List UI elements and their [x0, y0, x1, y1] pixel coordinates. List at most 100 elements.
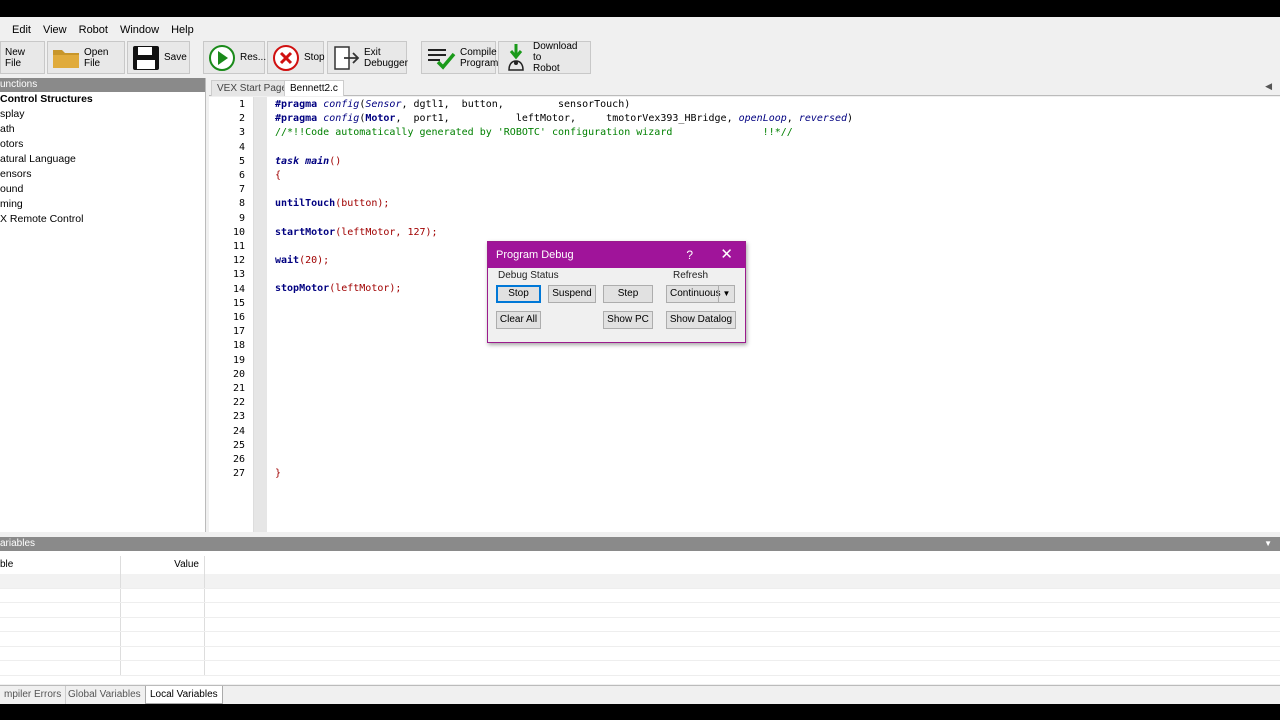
line-number: 1: [238, 99, 245, 110]
exit-debugger-label: Exit Debugger: [364, 46, 408, 69]
line-number: 17: [232, 326, 245, 338]
download-to-robot-button[interactable]: Download to Robot: [498, 41, 591, 74]
line-number: 6: [238, 170, 245, 181]
refresh-mode-select[interactable]: Continuous ▼: [666, 285, 735, 303]
line-number-gutter: 1 2 3 4 5 6 7 8 9 10 11 12 13 14 15 16 17 18 19 20 21 22 23 24 2…: [209, 97, 254, 532]
dialog-title: Program Debug: [496, 249, 574, 261]
step-button[interactable]: Step: [603, 285, 653, 303]
floppy-disk-icon: [132, 45, 160, 71]
folder-icon: [52, 46, 80, 70]
tree-item-control-structures[interactable]: Control Structures: [0, 92, 205, 107]
line-number: 9: [238, 212, 245, 224]
open-file-label: Open File: [84, 46, 109, 69]
tab-scroll-left-icon[interactable]: ◀: [1265, 81, 1272, 92]
chevron-down-icon[interactable]: ▼: [718, 286, 734, 302]
code-line-1: #pragma config(Sensor, dgtl1, button, se…: [275, 99, 631, 110]
table-row[interactable]: [0, 646, 1280, 661]
compile-program-button[interactable]: Compile Program: [421, 41, 499, 74]
tree-item-sensors[interactable]: ensors: [0, 167, 205, 182]
debug-status-label: Debug Status: [498, 270, 559, 281]
table-row[interactable]: [0, 603, 1280, 618]
play-icon: [208, 44, 236, 72]
table-row[interactable]: [0, 661, 1280, 676]
functions-tree: Control Structures splay ath otors atura…: [0, 92, 205, 227]
help-icon[interactable]: ?: [686, 242, 693, 268]
stop-icon: [272, 44, 300, 72]
code-line-12: wait(20);: [275, 255, 330, 266]
exit-debugger-button[interactable]: Exit Debugger: [327, 41, 408, 74]
variables-table-body: [0, 574, 1280, 676]
compile-check-icon: [426, 44, 456, 72]
code-line-10: startMotor(leftMotor, 127);: [275, 227, 438, 238]
line-number: 14: [232, 283, 245, 295]
column-header-value[interactable]: Value: [121, 556, 205, 574]
refresh-label: Refresh: [673, 270, 709, 281]
stop-button[interactable]: Stop: [267, 41, 325, 74]
compile-program-label: Compile Program: [460, 46, 499, 69]
code-line-3: //*!!Code automatically generated by 'RO…: [275, 127, 793, 138]
line-number: 8: [238, 198, 245, 210]
show-pc-button[interactable]: Show PC: [603, 311, 653, 329]
column-header-variable[interactable]: ble: [0, 556, 121, 574]
bottom-tab-bar: mpiler Errors Global Variables Local Var…: [0, 685, 1280, 704]
panel-collapse-icon[interactable]: ▼: [1264, 537, 1272, 551]
line-number: 19: [232, 354, 245, 366]
tree-item-motors[interactable]: otors: [0, 137, 205, 152]
code-line-14: stopMotor(leftMotor);: [275, 283, 402, 294]
download-to-robot-label: Download to Robot: [533, 41, 578, 74]
tree-item-math[interactable]: ath: [0, 122, 205, 137]
close-icon[interactable]: ✕: [720, 242, 733, 268]
save-button[interactable]: Save: [127, 41, 190, 74]
tab-local-variables[interactable]: Local Variables: [145, 686, 223, 704]
open-file-button[interactable]: Open File: [47, 41, 125, 74]
tab-compiler-errors[interactable]: mpiler Errors: [0, 686, 67, 704]
suspend-button[interactable]: Suspend: [548, 285, 596, 303]
line-number: 3: [238, 127, 245, 139]
variables-panel-title: ariables: [0, 538, 36, 549]
menu-bar: Edit View Robot Window Help: [0, 21, 200, 39]
show-datalog-button[interactable]: Show Datalog: [666, 311, 736, 329]
program-debug-dialog: Program Debug ? ✕ Debug Status Refresh S…: [487, 241, 746, 343]
code-line-8: untilTouch(button);: [275, 198, 390, 209]
resume-button[interactable]: Res...: [203, 41, 267, 74]
tree-item-display[interactable]: splay: [0, 107, 205, 122]
tree-item-natural-language[interactable]: atural Language: [0, 152, 205, 167]
tab-bennett2-c[interactable]: Bennett2.c: [284, 80, 344, 96]
line-number: 18: [232, 340, 245, 352]
save-label: Save: [164, 52, 187, 63]
line-number: 21: [232, 383, 245, 394]
line-number: 12: [232, 255, 245, 267]
menu-help[interactable]: Help: [165, 21, 200, 39]
tab-global-variables[interactable]: Global Variables: [64, 686, 146, 704]
line-number: 22: [232, 397, 245, 409]
robotc-window: Edit View Robot Window Help New File Ope…: [0, 17, 1280, 704]
line-number: 10: [232, 226, 245, 238]
table-row[interactable]: [0, 632, 1280, 647]
table-row[interactable]: [0, 588, 1280, 603]
tab-vex-start-page[interactable]: VEX Start Page: [211, 80, 294, 96]
refresh-mode-value: Continuous: [670, 288, 721, 299]
clear-all-button[interactable]: Clear All: [496, 311, 541, 329]
dialog-title-bar[interactable]: Program Debug ? ✕: [488, 242, 745, 268]
table-row[interactable]: [0, 574, 1280, 589]
line-number: 13: [232, 269, 245, 281]
stop-label: Stop: [304, 52, 325, 63]
menu-edit[interactable]: Edit: [0, 21, 37, 39]
line-number: 15: [232, 297, 245, 309]
functions-panel-title: unctions: [0, 78, 205, 92]
menu-robot[interactable]: Robot: [73, 21, 114, 39]
line-number: 7: [238, 184, 245, 196]
code-line-5: task main(): [275, 156, 342, 167]
new-file-button[interactable]: New File: [0, 41, 45, 74]
menu-window[interactable]: Window: [114, 21, 165, 39]
resume-label: Res...: [240, 52, 267, 63]
code-line-27: }: [275, 468, 282, 479]
table-row[interactable]: [0, 617, 1280, 632]
line-number: 27: [232, 468, 245, 480]
debug-stop-button[interactable]: Stop: [496, 285, 541, 303]
tree-item-vex-remote-control[interactable]: X Remote Control: [0, 212, 205, 227]
fold-margin: [254, 97, 267, 532]
menu-view[interactable]: View: [37, 21, 73, 39]
tree-item-sound[interactable]: ound: [0, 182, 205, 197]
tree-item-timing[interactable]: ming: [0, 197, 205, 212]
